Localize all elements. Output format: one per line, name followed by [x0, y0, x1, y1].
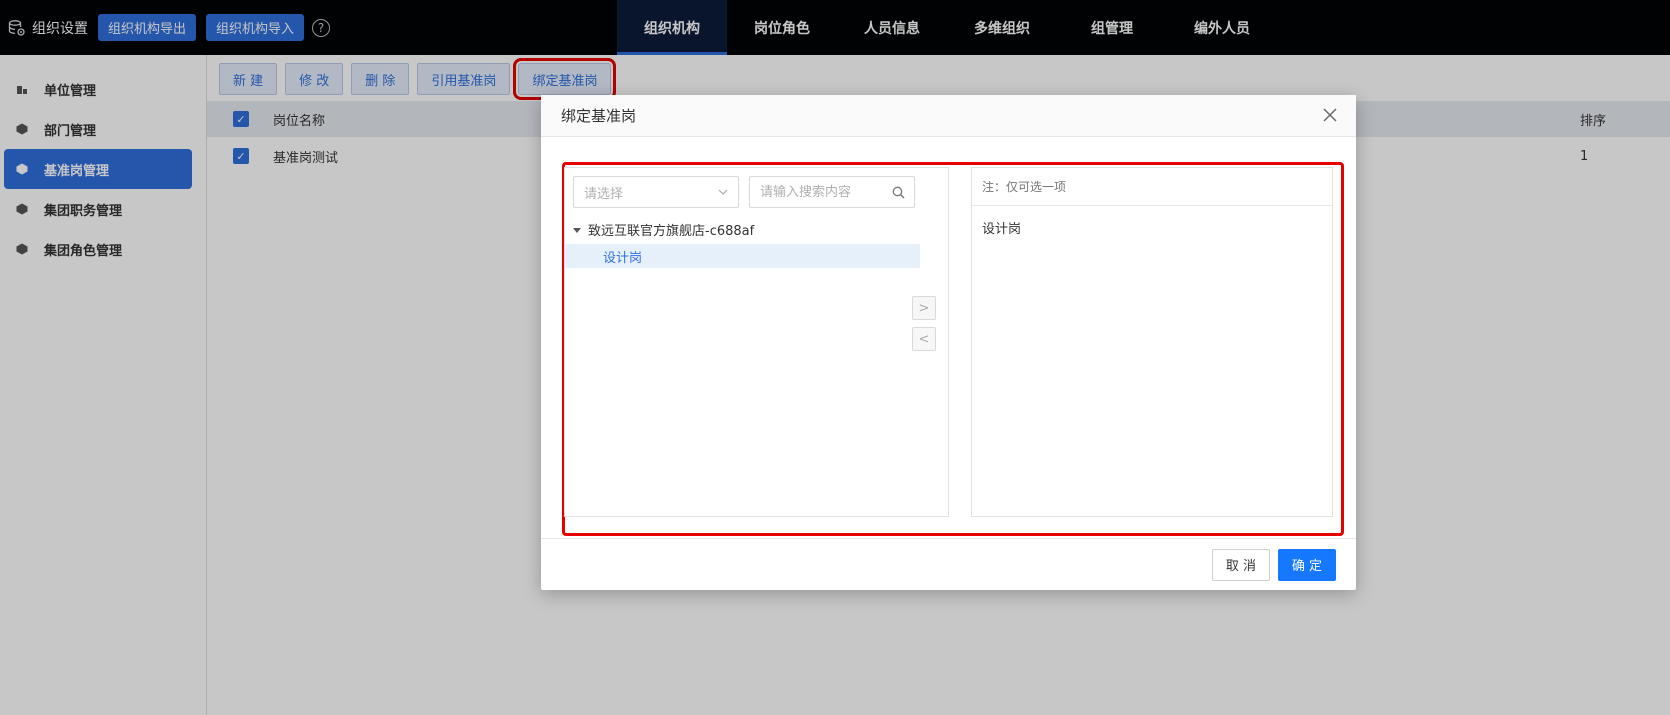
source-panel: 请选择 致远互联官方旗舰店-c688af 设计岗: [564, 167, 949, 517]
confirm-button[interactable]: 确 定: [1278, 548, 1336, 581]
chevron-down-icon: [718, 189, 728, 195]
tree-node-label: 致远互联官方旗舰店-c688af: [588, 224, 755, 239]
selected-item[interactable]: 设计岗: [972, 206, 1332, 249]
move-left-button[interactable]: <: [912, 327, 936, 351]
category-select[interactable]: 请选择: [573, 176, 739, 208]
cancel-button[interactable]: 取 消: [1212, 548, 1270, 581]
search-box: [749, 176, 915, 208]
close-icon[interactable]: [1322, 107, 1338, 123]
bind-benchmark-dialog: 绑定基准岗 请选择 致远互联官方旗舰店-c688af 设计岗: [541, 95, 1356, 590]
tree-node-root[interactable]: 致远互联官方旗舰店-c688af: [573, 220, 754, 239]
tree-node-design-post[interactable]: 设计岗: [565, 244, 920, 268]
caret-down-icon[interactable]: [573, 226, 581, 234]
dialog-header: 绑定基准岗: [541, 95, 1356, 137]
target-panel: 注：仅可选一项 设计岗: [971, 167, 1333, 517]
select-placeholder: 请选择: [584, 186, 624, 202]
dialog-title: 绑定基准岗: [561, 107, 637, 125]
move-right-button[interactable]: >: [912, 296, 936, 320]
target-panel-note: 注：仅可选一项: [972, 168, 1332, 206]
search-input[interactable]: [750, 177, 880, 207]
dialog-footer: 取 消 确 定: [541, 538, 1356, 590]
search-icon[interactable]: [892, 186, 905, 199]
